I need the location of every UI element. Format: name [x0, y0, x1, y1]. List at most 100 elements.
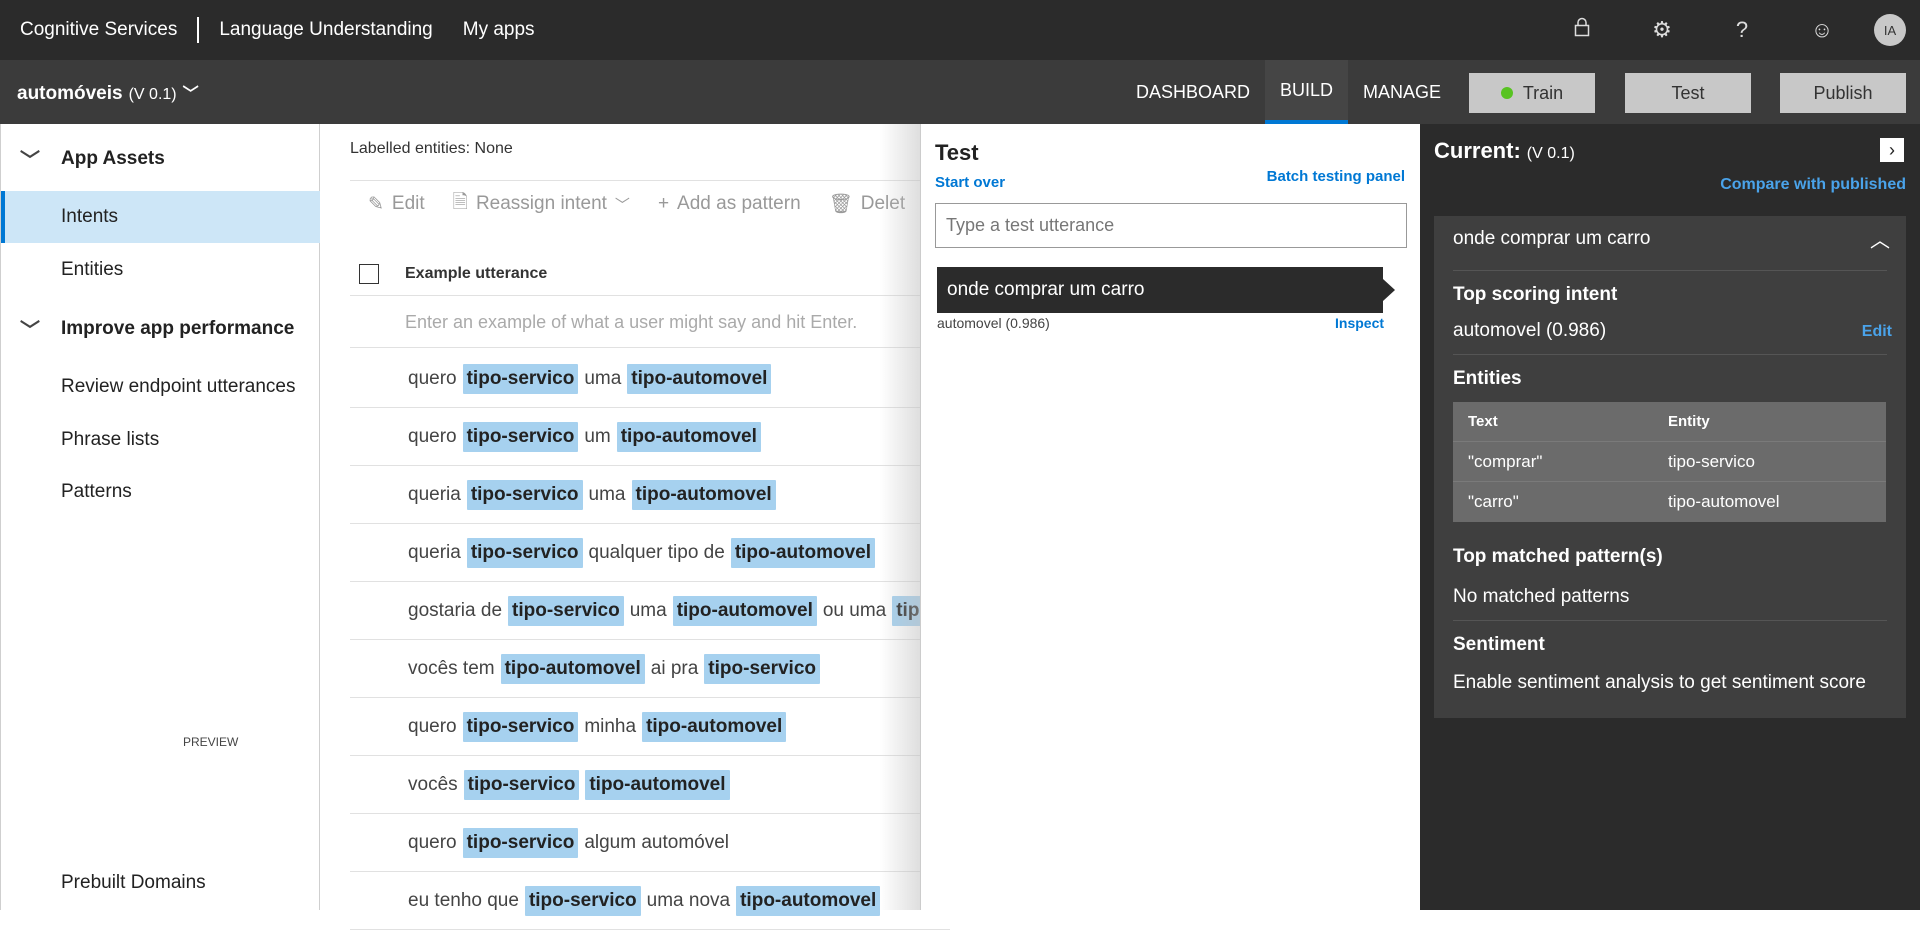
my-apps-link[interactable]: My apps — [463, 19, 535, 41]
table-row[interactable]: queria tipo-servico qualquer tipo de tipo-a… — [350, 524, 950, 582]
entity-label[interactable]: tipo-servico — [462, 363, 579, 394]
status-dot-icon — [1500, 87, 1513, 99]
add-as-pattern-button[interactable]: + Add as pattern — [658, 193, 801, 215]
current-label: Current: — [1434, 138, 1521, 163]
table-row[interactable]: queria tipo-servico uma tipo-automovel — [350, 466, 950, 524]
compare-with-published-link[interactable]: Compare with published — [1720, 176, 1906, 194]
brand-link[interactable]: Cognitive Services — [20, 19, 177, 41]
column-header-text: Text — [1468, 413, 1498, 430]
table-row[interactable]: quero tipo-servico algum automóvel — [350, 814, 950, 872]
table-cell-entity: tipo-automovel — [1668, 492, 1780, 511]
utterance-text: uma — [584, 367, 622, 389]
inspect-link[interactable]: Inspect — [1335, 315, 1384, 331]
sidebar-group-improve[interactable]: ﹀ Improve app performance — [1, 314, 294, 343]
entity-label[interactable]: tipo-automovel — [736, 885, 881, 916]
sidebar-item-patterns[interactable]: Patterns — [1, 466, 320, 518]
table-row[interactable]: eu tenho que tipo-servico uma nova tipo-aut… — [350, 872, 950, 930]
train-button[interactable]: Train — [1469, 73, 1595, 113]
reassign-intent-button[interactable]: 🗎 Reassign intent ﹀ — [453, 188, 630, 220]
sidebar-item-phrase-lists[interactable]: Phrase lists — [1, 414, 320, 466]
divider — [1453, 620, 1887, 621]
patterns-value: No matched patterns — [1453, 586, 1630, 607]
tab-build[interactable]: BUILD — [1265, 60, 1349, 124]
avatar[interactable]: IA — [1874, 14, 1906, 46]
sidebar: ﹀ App Assets Intents Entities ﹀ Improve ap… — [0, 124, 320, 910]
table-row[interactable]: quero tipo-servico um tipo-automovel — [350, 408, 950, 466]
sidebar-item-prebuilt-domains[interactable]: Prebuilt Domains — [1, 857, 320, 909]
entity-label[interactable]: tipo-automovel — [585, 769, 730, 800]
entity-label[interactable]: tipo-servico — [466, 537, 583, 568]
entity-label[interactable]: tipo-servico — [463, 769, 580, 800]
utterance-text: vocês tem — [408, 657, 495, 679]
sidebar-item-entities[interactable]: Entities — [1, 244, 320, 296]
utterance-text: queria — [408, 483, 461, 505]
sidebar-group-label: Improve app performance — [61, 317, 295, 339]
chevron-up-icon[interactable]: ︿ — [1870, 224, 1890, 253]
tab-dashboard[interactable]: DASHBOARD — [1121, 60, 1265, 124]
entity-label[interactable]: tipo-automovel — [631, 479, 776, 510]
pencil-icon: ✎ — [368, 193, 384, 215]
app-switcher[interactable]: automóveis (V 0.1) ﹀ — [17, 80, 199, 105]
table-row: "carro" tipo-automovel — [1453, 482, 1886, 522]
table-row[interactable]: gostaria de tipo-servico uma tipo-automovel… — [350, 582, 950, 640]
utterance-toolbar: ✎ Edit 🗎 Reassign intent ﹀ + Add as pattern … — [368, 188, 933, 220]
sidebar-group-label: App Assets — [61, 147, 165, 169]
edit-intent-link[interactable]: Edit — [1862, 323, 1892, 341]
table-header: Text Entity — [1453, 402, 1886, 442]
entity-label[interactable]: tipo-servico — [524, 885, 641, 916]
tab-manage[interactable]: MANAGE — [1348, 60, 1456, 124]
table-cell-entity: tipo-servico — [1668, 451, 1755, 471]
edit-button[interactable]: ✎ Edit — [368, 193, 425, 216]
table-row[interactable]: vocês tipo-servico tipo-automovel — [350, 756, 950, 814]
start-over-link[interactable]: Start over — [935, 174, 1005, 191]
chevron-down-icon: ﹀ — [614, 196, 630, 214]
utterances-panel: Labelled entities: None ✎ Edit 🗎 Reassign … — [320, 124, 950, 930]
smiley-icon[interactable]: ☺ — [1782, 17, 1862, 43]
lock-icon[interactable] — [1542, 17, 1622, 43]
entity-label[interactable]: tipo-automovel — [730, 537, 875, 568]
entity-label[interactable]: tipo-servico — [508, 595, 624, 626]
entities-heading: Entities — [1453, 368, 1522, 389]
test-result-utterance[interactable]: onde comprar um carro — [937, 267, 1383, 313]
sidebar-item-intents[interactable]: Intents — [1, 191, 320, 243]
test-button[interactable]: Test — [1625, 73, 1751, 113]
entity-label[interactable]: tipo-automovel — [500, 653, 645, 684]
gear-icon[interactable]: ⚙ — [1622, 17, 1702, 43]
test-panel-title: Test — [935, 140, 979, 165]
inspect-panel: Current: (V 0.1) › Compare with published… — [1420, 124, 1920, 910]
utterance-text: uma nova — [646, 889, 731, 911]
sidebar-group-app-assets[interactable]: ﹀ App Assets — [1, 144, 165, 173]
entity-label[interactable]: tipo-automovel — [642, 711, 787, 742]
labelled-entities-filter[interactable]: Labelled entities: None — [350, 140, 513, 158]
utterance-text: minha — [584, 715, 637, 737]
entity-label[interactable]: tipo-automovel — [627, 363, 772, 394]
entity-label[interactable]: tipo-servico — [704, 653, 820, 684]
add-pattern-label: Add as pattern — [677, 193, 801, 214]
select-all-checkbox[interactable] — [359, 264, 379, 284]
test-utterance-input[interactable] — [935, 203, 1407, 248]
app-bar: automóveis (V 0.1) ﹀ DASHBOARD BUILD MANAG… — [0, 60, 1920, 124]
current-version: (V 0.1) — [1526, 145, 1575, 162]
chevron-right-icon[interactable]: › — [1880, 138, 1904, 162]
entity-label[interactable]: tipo-automovel — [616, 421, 761, 452]
help-icon[interactable]: ? — [1702, 17, 1782, 43]
entity-label[interactable]: tipo-servico — [462, 827, 579, 858]
entity-label[interactable]: tipo-servico — [466, 479, 583, 510]
preview-badge: PREVIEW — [183, 735, 239, 749]
utterance-text: quero — [408, 425, 457, 447]
entity-label[interactable]: tipo-servico — [462, 421, 579, 452]
app-version: (V 0.1) — [128, 85, 177, 103]
table-row[interactable]: quero tipo-servico minha tipo-automovel — [350, 698, 950, 756]
sidebar-item-review[interactable]: Review endpoint utterances — [1, 361, 320, 413]
batch-testing-link[interactable]: Batch testing panel — [1267, 168, 1405, 185]
publish-button[interactable]: Publish — [1780, 73, 1906, 113]
brand-separator — [197, 17, 200, 43]
entity-label[interactable]: tipo-automovel — [672, 595, 817, 626]
product-link[interactable]: Language Understanding — [219, 19, 432, 41]
new-utterance-input[interactable]: Enter an example of what a user might sa… — [405, 312, 857, 333]
selected-arrow-icon — [1383, 279, 1395, 301]
entity-label[interactable]: tipo-servico — [462, 711, 579, 742]
table-row[interactable]: quero tipo-servico uma tipo-automovel — [350, 350, 950, 408]
table-row[interactable]: vocês tem tipo-automovel ai pra tipo-servic… — [350, 640, 950, 698]
utterance-text: eu tenho que — [408, 889, 519, 911]
